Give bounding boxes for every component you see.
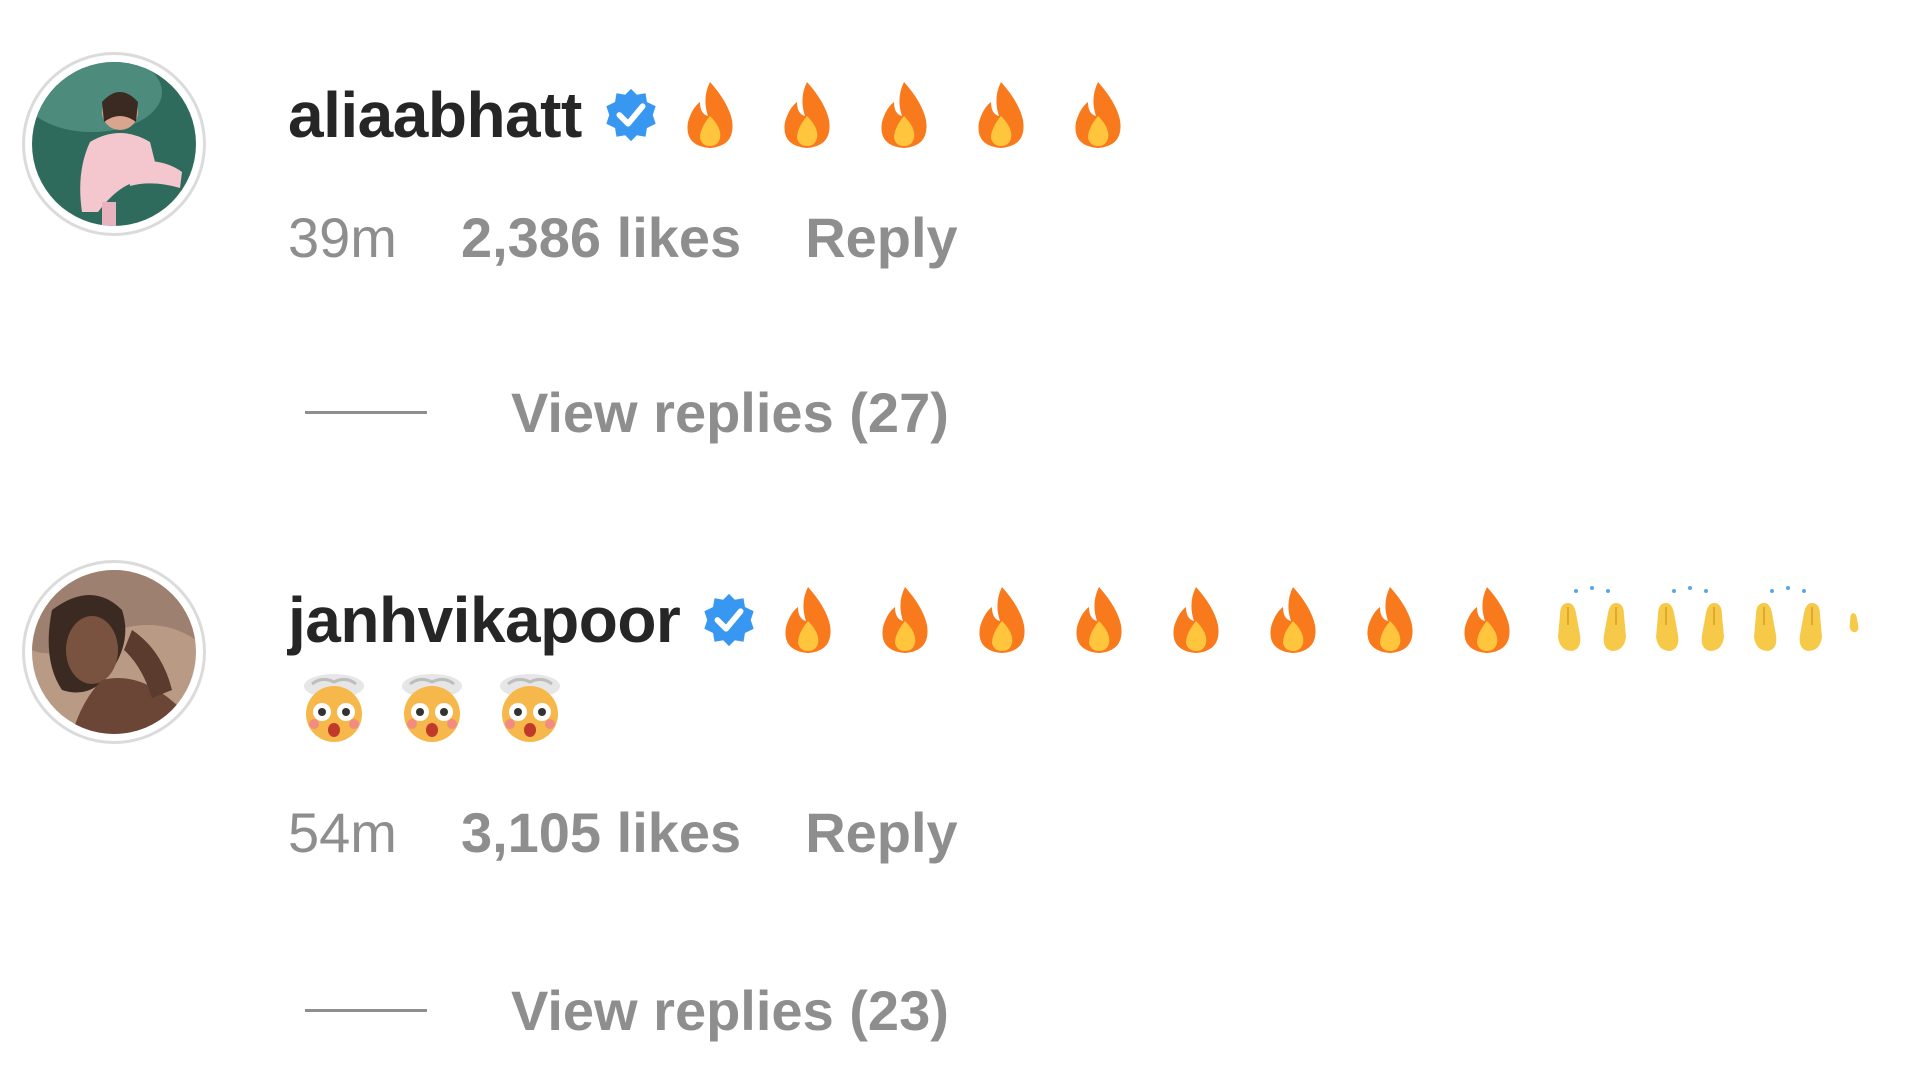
raising-hands-icon	[1754, 586, 1823, 651]
fire-icon	[1270, 587, 1316, 653]
exploding-head-icon	[402, 674, 462, 742]
verified-badge-icon	[606, 88, 656, 142]
username[interactable]: janhvikapoor	[288, 583, 681, 657]
view-replies-label: View replies (27)	[511, 381, 949, 444]
fire-icon	[978, 82, 1024, 148]
raising-hands-icon	[1558, 586, 1627, 651]
fire-icon	[1464, 587, 1510, 653]
fire-icon	[687, 82, 733, 148]
fire-icon	[882, 587, 928, 653]
view-replies-button[interactable]: View replies (23)	[305, 978, 949, 1043]
likes-count[interactable]: 3,105 likes	[461, 800, 741, 865]
comment-line: aliaabhatt	[288, 75, 1165, 155]
fire-icon	[1367, 587, 1413, 653]
fire-icon	[784, 82, 830, 148]
reply-button[interactable]: Reply	[805, 800, 958, 865]
fire-icon	[1076, 587, 1122, 653]
avatar-image	[32, 62, 196, 226]
comment-meta: 39m 2,386 likes Reply	[288, 205, 958, 270]
exploding-head-icon	[500, 674, 560, 742]
view-replies-button[interactable]: View replies (27)	[305, 380, 949, 445]
view-replies-label: View replies (23)	[511, 979, 949, 1042]
replies-divider	[305, 411, 427, 414]
fire-icon	[785, 587, 831, 653]
comment-meta: 54m 3,105 likes Reply	[288, 800, 958, 865]
comment-line: janhvikapoor	[288, 580, 1878, 660]
fire-icon	[979, 587, 1025, 653]
comment-emojis	[680, 80, 1165, 150]
comment-time: 54m	[288, 801, 397, 864]
avatar[interactable]	[22, 560, 206, 744]
comment-emojis	[778, 585, 1878, 655]
comment-emojis-line2	[296, 668, 590, 744]
fire-icon	[1075, 82, 1121, 148]
fire-icon	[1173, 587, 1219, 653]
exploding-head-icon	[304, 674, 364, 742]
likes-count[interactable]: 2,386 likes	[461, 205, 741, 270]
reply-button[interactable]: Reply	[805, 205, 958, 270]
fire-icon	[881, 82, 927, 148]
username[interactable]: aliaabhatt	[288, 78, 582, 152]
replies-divider	[305, 1009, 427, 1012]
avatar-image	[32, 570, 196, 734]
comment-time: 39m	[288, 206, 397, 269]
raising-hands-icon	[1656, 586, 1725, 651]
verified-badge-icon	[704, 593, 754, 647]
raising-hands-icon	[1849, 613, 1859, 633]
avatar[interactable]	[22, 52, 206, 236]
